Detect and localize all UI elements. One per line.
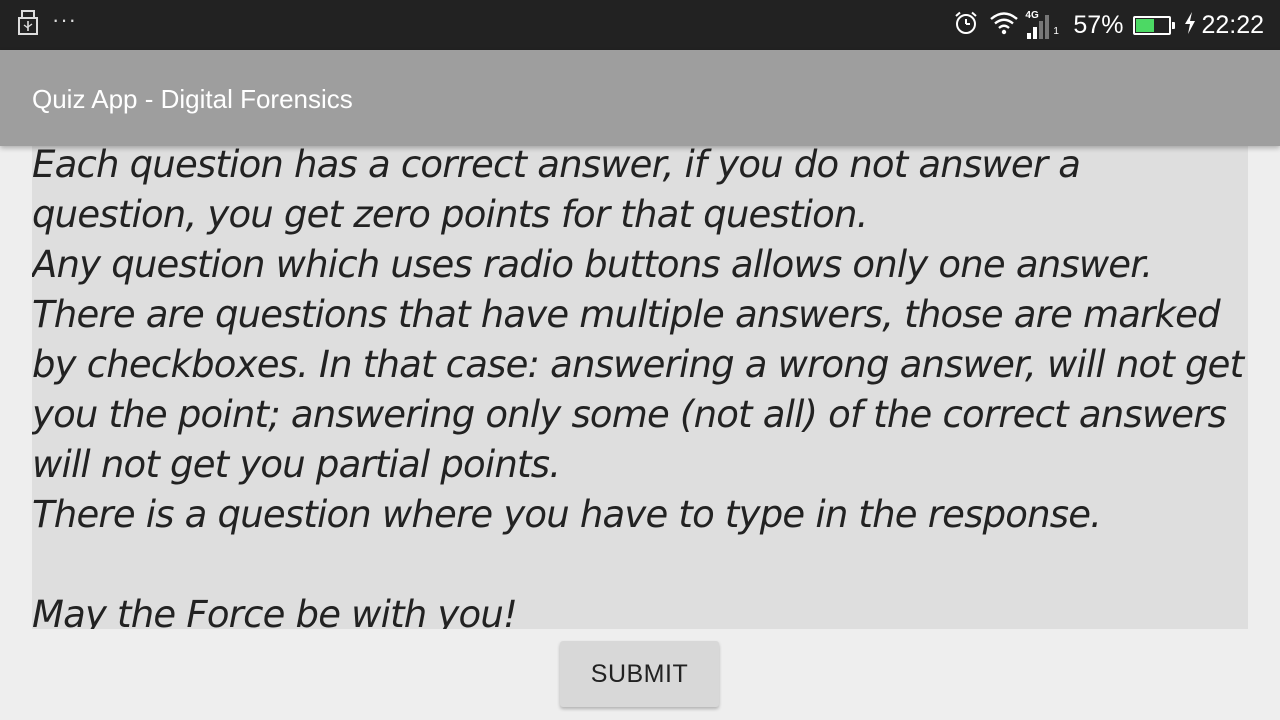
submit-button[interactable]: SUBMIT <box>560 641 719 707</box>
sim-slot-label: 1 <box>1053 26 1059 37</box>
cellular-signal-icon: 4G 1 <box>1025 8 1063 42</box>
screen: ··· 4G 1 57% 22:22 Quiz App - Digital Fo… <box>0 0 1280 720</box>
charging-icon <box>1183 11 1197 40</box>
alarm-icon <box>953 10 979 41</box>
instructions-text: Each question has a correct answer, if y… <box>32 146 1244 629</box>
status-bar-right: 4G 1 57% 22:22 <box>953 8 1264 42</box>
app-bar: Quiz App - Digital Forensics <box>0 50 1280 146</box>
status-bar-left: ··· <box>18 7 77 41</box>
clock: 22:22 <box>1201 10 1264 39</box>
wifi-icon <box>989 11 1019 40</box>
battery-percent: 57% <box>1073 10 1124 39</box>
more-dots-icon: ··· <box>52 7 77 32</box>
instructions-panel[interactable]: Each question has a correct answer, if y… <box>32 146 1248 629</box>
battery-icon <box>1133 15 1176 35</box>
battery-level <box>1136 18 1154 32</box>
status-bar: ··· 4G 1 57% 22:22 <box>0 0 1280 50</box>
usb-icon <box>18 9 38 41</box>
app-title: Quiz App - Digital Forensics <box>32 84 353 114</box>
